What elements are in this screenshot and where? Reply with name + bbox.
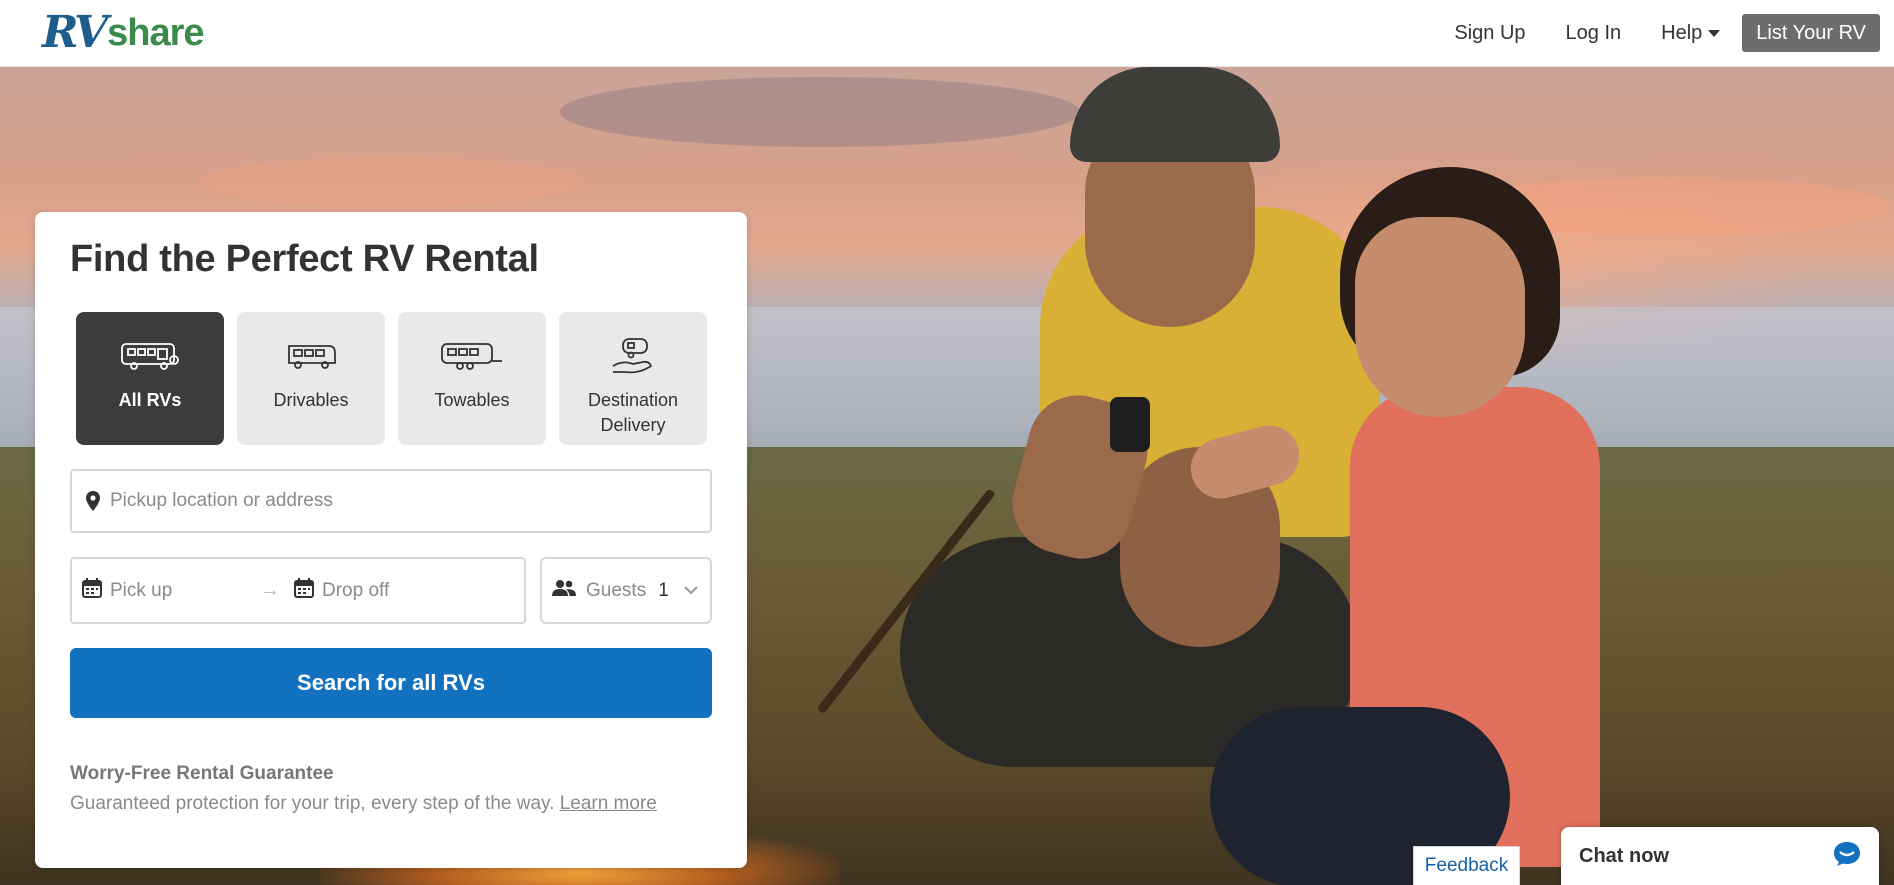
list-your-rv-button[interactable]: List Your RV bbox=[1742, 14, 1880, 52]
guarantee-description: Guaranteed protection for your trip, eve… bbox=[70, 793, 555, 814]
search-card-title: Find the Perfect RV Rental bbox=[70, 238, 539, 280]
hero-girl-face bbox=[1355, 217, 1525, 417]
hero-man-cap bbox=[1070, 67, 1280, 162]
search-button[interactable]: Search for all RVs bbox=[70, 648, 712, 718]
guests-count: 1 bbox=[658, 579, 669, 601]
guarantee-text: Guaranteed protection for your trip, eve… bbox=[70, 793, 657, 815]
map-pin-icon bbox=[82, 491, 104, 511]
hero-cloud bbox=[560, 77, 1080, 147]
help-menu[interactable]: Help bbox=[1641, 22, 1740, 45]
type-towables[interactable]: Towables bbox=[398, 312, 546, 445]
all-rvs-icon bbox=[120, 336, 180, 376]
rv-type-selector: All RVs Drivables Towables Destination D… bbox=[76, 312, 720, 445]
calendar-icon bbox=[294, 578, 314, 603]
date-range-input[interactable]: Pick up → Drop off bbox=[70, 557, 526, 624]
calendar-icon bbox=[82, 578, 102, 603]
chat-bubble-icon bbox=[1833, 841, 1861, 872]
help-label: Help bbox=[1661, 21, 1703, 44]
sign-up-link[interactable]: Sign Up bbox=[1434, 22, 1545, 45]
type-destination-delivery[interactable]: Destination Delivery bbox=[559, 312, 707, 445]
trailer-icon bbox=[440, 336, 504, 376]
hero-cloud bbox=[200, 157, 580, 207]
site-header: RV share Sign Up Log In Help List Your RV bbox=[0, 0, 1894, 67]
users-icon bbox=[552, 579, 576, 602]
logo-share: share bbox=[107, 12, 204, 54]
type-all-rvs-label: All RVs bbox=[118, 390, 182, 410]
date-arrow: → bbox=[260, 579, 280, 601]
chevron-down-icon bbox=[683, 582, 699, 600]
top-nav: Sign Up Log In Help List Your RV bbox=[1434, 14, 1880, 52]
pickup-location-placeholder: Pickup location or address bbox=[110, 490, 333, 511]
logo-rv: RV bbox=[42, 7, 108, 58]
type-all-rvs[interactable]: All RVs bbox=[76, 312, 224, 445]
chat-widget[interactable]: Chat now bbox=[1561, 827, 1879, 885]
pickup-location-input[interactable]: Pickup location or address bbox=[70, 469, 712, 533]
learn-more-link[interactable]: Learn more bbox=[560, 793, 657, 814]
guests-selector[interactable]: Guests 1 bbox=[540, 557, 712, 624]
feedback-tab[interactable]: Feedback bbox=[1413, 846, 1520, 885]
guarantee-title: Worry-Free Rental Guarantee bbox=[70, 763, 334, 784]
pickup-date-placeholder[interactable]: Pick up bbox=[110, 580, 250, 602]
search-card: Find the Perfect RV Rental All RVs Driva… bbox=[35, 212, 747, 868]
chat-now-label: Chat now bbox=[1579, 844, 1669, 867]
log-in-link[interactable]: Log In bbox=[1546, 22, 1642, 45]
hero-watch bbox=[1110, 397, 1150, 452]
rvshare-logo[interactable]: RV share bbox=[42, 7, 205, 58]
dropoff-date-placeholder[interactable]: Drop off bbox=[322, 580, 389, 602]
delivery-icon bbox=[611, 336, 655, 376]
caret-down-icon bbox=[1708, 29, 1721, 37]
motorhome-icon bbox=[285, 336, 337, 376]
type-towables-label: Towables bbox=[434, 390, 510, 410]
type-drivables[interactable]: Drivables bbox=[237, 312, 385, 445]
type-destination-delivery-label: Destination Delivery bbox=[587, 390, 679, 435]
type-drivables-label: Drivables bbox=[273, 390, 349, 410]
guests-label: Guests bbox=[586, 579, 647, 601]
